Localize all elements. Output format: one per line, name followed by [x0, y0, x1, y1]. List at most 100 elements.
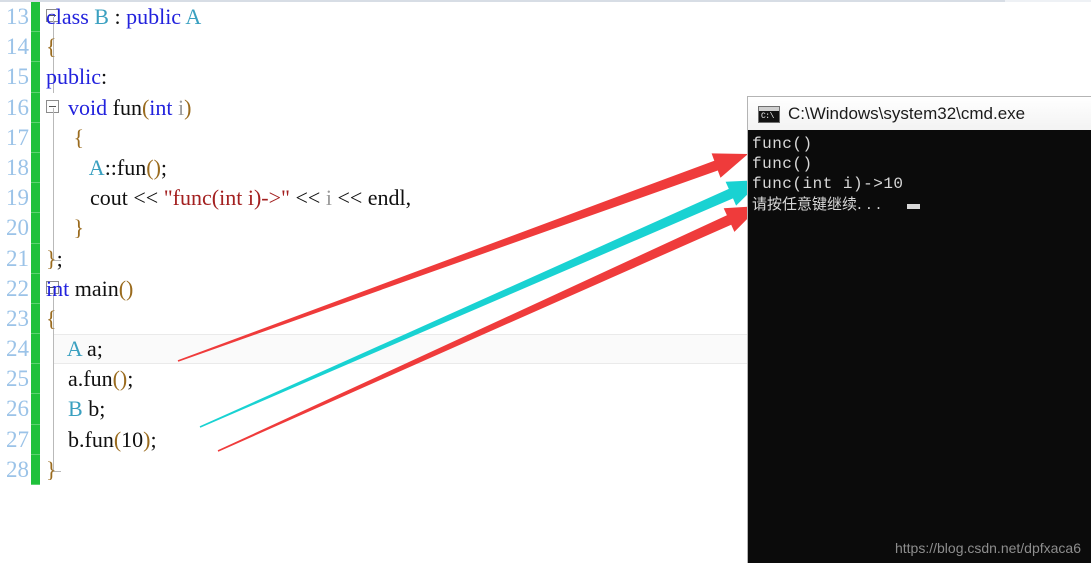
code-token: () — [146, 154, 161, 180]
code-text: { — [46, 304, 57, 334]
change-indicator-bar — [31, 122, 40, 153]
code-token: int — [46, 275, 70, 301]
line-number: 13 — [6, 4, 29, 29]
code-token: ::fun — [104, 154, 147, 180]
code-text: class B : public A — [46, 2, 201, 32]
code-text: int main() — [46, 274, 133, 304]
code-token: ; — [150, 426, 157, 452]
code-text: void fun(int i) — [46, 93, 191, 123]
code-line[interactable]: 15 public: — [0, 62, 1091, 93]
console-output-area[interactable]: func() func() func(int i)->10 请按任意键继续. . . — [748, 130, 1091, 563]
line-number: 27 — [6, 426, 29, 452]
code-token: void — [68, 94, 108, 120]
console-output-line: func() — [752, 155, 813, 173]
line-number: 26 — [6, 396, 29, 422]
code-token: { — [73, 124, 85, 150]
code-token: 10 — [121, 426, 144, 452]
code-token: B — [94, 4, 109, 29]
line-number: 21 — [6, 245, 29, 271]
change-indicator-bar — [31, 273, 40, 304]
code-token: ->" — [261, 185, 290, 211]
code-text: A::fun(); — [46, 153, 167, 183]
code-text: a.fun(); — [46, 364, 133, 394]
code-token: << endl, — [331, 185, 412, 211]
code-text: A a; — [46, 334, 103, 364]
code-text: { — [46, 123, 85, 153]
code-token: a; — [81, 336, 103, 362]
console-output-line: func(int i)->10 — [752, 175, 904, 193]
code-token: A — [88, 154, 105, 180]
line-number: 19 — [6, 185, 29, 211]
code-token: public — [126, 4, 182, 29]
line-number: 18 — [6, 154, 29, 180]
code-token: } — [46, 245, 57, 271]
code-token: << — [290, 185, 326, 211]
code-token: b.fun — [46, 426, 114, 452]
change-indicator-bar — [31, 303, 40, 335]
code-token: ; — [160, 154, 168, 180]
change-indicator-bar — [31, 394, 40, 425]
current-line-highlight — [54, 334, 760, 365]
code-token: fun — [107, 94, 142, 120]
line-number: 14 — [6, 34, 29, 60]
line-number: 24 — [6, 336, 29, 362]
code-text: B b; — [46, 394, 105, 424]
code-text: b.fun(10); — [46, 425, 157, 455]
screenshot-root: 13 class B : public A 14 {15 public: 16 void … — [0, 0, 1091, 563]
code-token: { — [46, 305, 57, 331]
line-number: 16 — [6, 94, 29, 120]
change-indicator-bar — [31, 2, 40, 33]
code-line[interactable]: 13 class B : public A — [0, 2, 1091, 33]
code-token: int i — [219, 185, 254, 211]
console-title-bar[interactable]: C:\ C:\Windows\system32\cmd.exe — [748, 97, 1091, 131]
code-text: } — [46, 213, 85, 243]
change-indicator-bar — [31, 364, 40, 395]
console-block-cursor — [906, 204, 920, 209]
code-line[interactable]: 14 { — [0, 32, 1091, 63]
code-token: int — [149, 94, 173, 120]
line-number: 17 — [6, 124, 29, 150]
change-indicator-bar — [31, 152, 40, 184]
change-indicator-bar — [31, 424, 40, 455]
code-token: main — [69, 275, 119, 301]
code-token: () — [112, 366, 128, 392]
cmd-console-icon: C:\ — [758, 106, 780, 123]
code-token: ; — [127, 366, 134, 392]
code-token: a.fun — [46, 366, 113, 392]
code-token: ; — [56, 245, 63, 271]
code-text: }; — [46, 244, 63, 274]
change-indicator-bar — [31, 213, 40, 244]
code-token: b; — [82, 396, 106, 422]
code-text: public: — [46, 62, 107, 92]
code-token: ( — [211, 185, 220, 211]
change-indicator-bar — [31, 454, 40, 485]
line-number: 25 — [6, 366, 29, 392]
code-text: } — [46, 455, 57, 485]
code-token: : — [101, 64, 108, 90]
line-number: 22 — [6, 275, 29, 301]
console-prompt-text: 请按任意键继续. . . — [752, 195, 881, 213]
code-token: { — [46, 34, 57, 60]
change-indicator-bar — [31, 32, 40, 63]
cmd-icon-text: C:\ — [761, 112, 774, 121]
line-number: 23 — [6, 305, 29, 331]
line-number: 15 — [6, 64, 29, 90]
code-token: "func — [163, 185, 212, 211]
line-number: 20 — [6, 215, 29, 241]
line-number: 28 — [6, 456, 29, 482]
code-token: A — [66, 336, 82, 362]
code-token: public — [46, 64, 101, 90]
change-indicator-bar — [31, 183, 40, 214]
console-output-line: func() — [752, 135, 813, 153]
code-token: A — [185, 4, 202, 29]
code-token: () — [118, 275, 134, 301]
code-token: class — [46, 4, 95, 29]
change-indicator-bar — [31, 92, 40, 123]
code-token: } — [46, 456, 57, 482]
cmd-console-window[interactable]: C:\ C:\Windows\system32\cmd.exe func() fu… — [748, 97, 1091, 563]
